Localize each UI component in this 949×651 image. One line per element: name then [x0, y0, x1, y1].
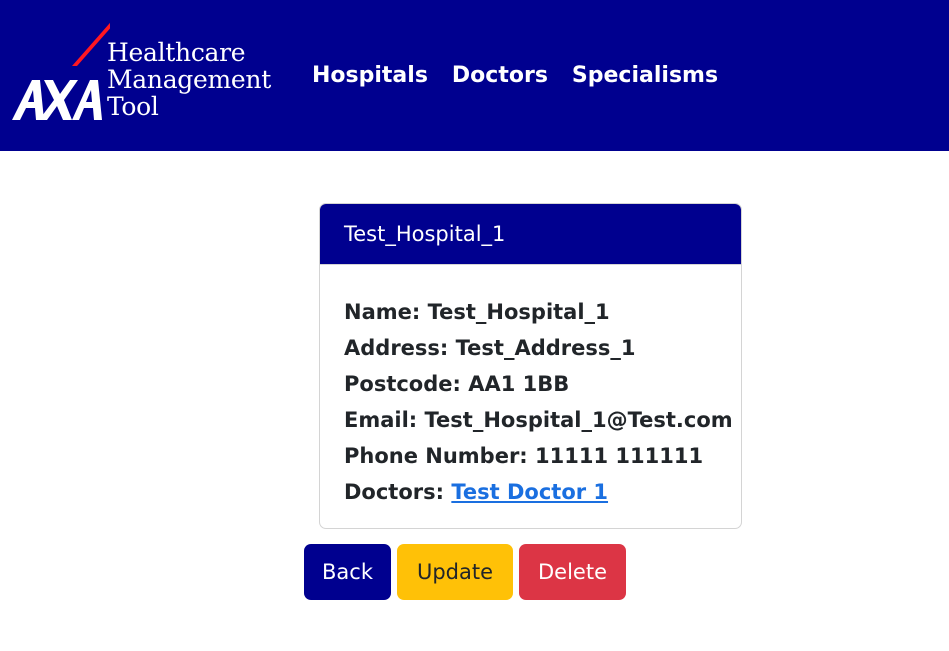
delete-button[interactable]: Delete [519, 544, 626, 600]
brand-line-1: Healthcare [107, 38, 246, 67]
card-title: Test_Hospital_1 [320, 204, 741, 265]
field-label: Phone Number: [344, 444, 528, 468]
field-value: AA1 1BB [468, 372, 570, 396]
field-label: Address: [344, 336, 449, 360]
doctor-link[interactable]: Test Doctor 1 [451, 480, 608, 504]
top-navbar: Healthcare Management Tool Hospitals Doc… [0, 0, 949, 151]
field-email: Email: Test_Hospital_1@Test.com [344, 402, 741, 438]
nav-link-doctors[interactable]: Doctors [452, 61, 548, 91]
field-label: Doctors: [344, 480, 445, 504]
back-button[interactable]: Back [304, 544, 391, 600]
card-body: Name: Test_Hospital_1 Address: Test_Addr… [320, 265, 741, 510]
nav-link-hospitals[interactable]: Hospitals [312, 61, 428, 91]
brand-line-3: Tool [107, 92, 159, 121]
field-value: Test_Hospital_1@Test.com [424, 408, 733, 432]
field-phone: Phone Number: 11111 111111 [344, 438, 741, 474]
axa-logo-icon [12, 22, 110, 120]
field-postcode: Postcode: AA1 1BB [344, 366, 741, 402]
field-address: Address: Test_Address_1 [344, 330, 741, 366]
field-label: Email: [344, 408, 418, 432]
field-value: 11111 111111 [535, 444, 704, 468]
hospital-detail-card: Test_Hospital_1 Name: Test_Hospital_1 Ad… [319, 203, 742, 529]
field-label: Postcode: [344, 372, 461, 396]
field-doctors: Doctors: Test Doctor 1 [344, 474, 741, 510]
update-button[interactable]: Update [397, 544, 513, 600]
main-nav: Hospitals Doctors Specialisms [312, 61, 718, 91]
brand-line-2: Management [107, 65, 271, 94]
field-label: Name: [344, 300, 421, 324]
brand-wordmark: Healthcare Management Tool [107, 39, 271, 120]
field-name: Name: Test_Hospital_1 [344, 294, 741, 330]
field-value: Test_Hospital_1 [427, 300, 610, 324]
field-value: Test_Address_1 [455, 336, 636, 360]
action-buttons: Back Update Delete [304, 544, 626, 600]
nav-link-specialisms[interactable]: Specialisms [572, 61, 718, 91]
brand-logo[interactable]: Healthcare Management Tool [10, 16, 272, 124]
